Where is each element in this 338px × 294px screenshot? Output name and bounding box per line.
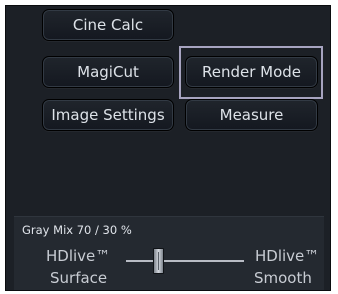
- image-settings-button[interactable]: Image Settings: [42, 99, 174, 131]
- cine-calc-button[interactable]: Cine Calc: [42, 9, 174, 41]
- hdlive-smooth-label-line2: Smooth: [254, 269, 312, 287]
- gray-mix-slider-track[interactable]: [126, 260, 244, 262]
- gray-mix-section: Gray Mix 70 / 30 % HDlive™ Surface HDliv…: [14, 216, 324, 290]
- measure-button[interactable]: Measure: [185, 99, 318, 131]
- hdlive-surface-label-line1: HDlive™: [46, 247, 111, 265]
- gray-mix-title: Gray Mix 70 / 30 %: [22, 223, 132, 237]
- gray-mix-slider-thumb[interactable]: [153, 248, 164, 274]
- render-mode-button[interactable]: Render Mode: [185, 56, 318, 88]
- magicut-button[interactable]: MagiCut: [42, 56, 174, 88]
- hdlive-surface-label-line2: Surface: [50, 269, 108, 287]
- control-panel: Cine Calc MagiCut Render Mode Image Sett…: [5, 5, 331, 291]
- hdlive-smooth-label-line1: HDlive™: [255, 247, 320, 265]
